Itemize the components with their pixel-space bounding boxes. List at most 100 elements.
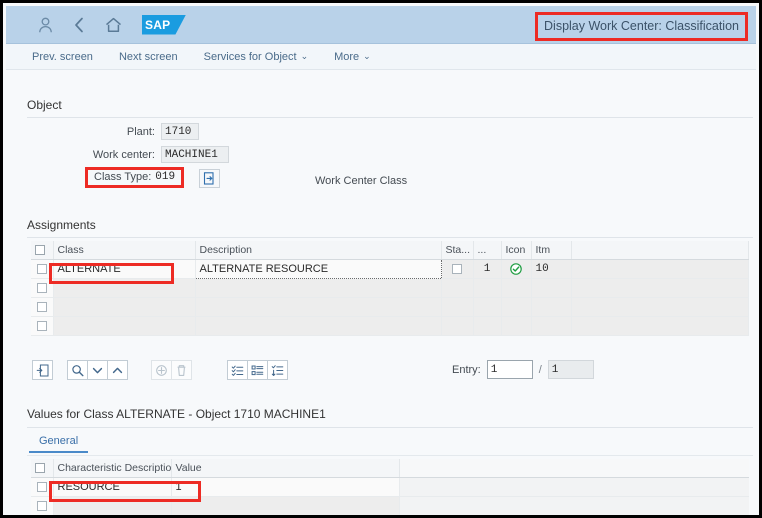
chevron-down-icon: [92, 367, 103, 373]
plant-label: Plant:: [126, 125, 155, 138]
assignments-select-all-header[interactable]: [31, 241, 54, 260]
work-center-class-label: Work Center Class: [315, 175, 408, 187]
values-row-1-value[interactable]: [171, 496, 400, 515]
class-type-label: Class Type:: [94, 171, 152, 183]
page-title-annotation: Display Work Center: Classification: [535, 12, 748, 41]
tab-general-label: General: [39, 435, 79, 447]
assignments-col-icon[interactable]: Icon: [501, 241, 532, 260]
assignments-row-1-itm: [531, 278, 572, 298]
values-tabstrip: General: [29, 433, 89, 453]
assignments-row-0-description[interactable]: ALTERNATE RESOURCE: [194, 258, 442, 279]
assignments-row-0-class[interactable]: ALTERNATE: [53, 259, 196, 279]
back-icon[interactable]: [70, 16, 88, 34]
assignments-row-3-itm: [531, 316, 572, 336]
assignments-row-1-select[interactable]: [31, 278, 54, 298]
values-col-characteristic[interactable]: Characteristic Description: [53, 459, 172, 478]
insert-row-icon: [36, 364, 49, 376]
select-all-checkbox[interactable]: [35, 462, 45, 473]
row-select-checkbox[interactable]: [36, 500, 47, 511]
work-center-field-row: Work center: MACHINE1: [63, 146, 293, 163]
assignments-col-status[interactable]: Sta...: [441, 241, 474, 260]
row-select-checkbox[interactable]: [36, 282, 47, 293]
action-more[interactable]: More ⌄: [334, 51, 371, 63]
assignments-row-2-itm: [531, 297, 572, 317]
assignments-row-2-description[interactable]: [195, 297, 442, 317]
green-check-icon: [510, 262, 522, 275]
list-check-icon: [231, 365, 244, 376]
chevron-up-icon: [112, 367, 123, 373]
values-row-1-characteristic[interactable]: [53, 496, 172, 515]
action-services-for-object[interactable]: Services for Object ⌄: [204, 51, 308, 63]
list-check-icon-button[interactable]: [227, 360, 248, 380]
assignments-row-0-status[interactable]: [441, 259, 474, 279]
assignments-col-more[interactable]: ...: [473, 241, 502, 260]
assignments-row-0-select[interactable]: [31, 259, 54, 279]
assignments-row-3-status[interactable]: [441, 316, 474, 336]
assignments-row-1-class[interactable]: [53, 278, 196, 298]
user-icon[interactable]: [36, 16, 54, 34]
chevron-down-icon-button[interactable]: [87, 360, 108, 380]
values-row-1-select[interactable]: [31, 496, 54, 515]
chevron-up-icon-button[interactable]: [107, 360, 128, 380]
values-col-filler: [399, 459, 749, 478]
sap-logo: SAP: [142, 14, 186, 35]
row-select-checkbox[interactable]: [36, 481, 47, 492]
insert-row-icon-button[interactable]: [32, 360, 53, 380]
assignments-row-3-icon: [501, 316, 532, 336]
list-detail-icon-button[interactable]: [247, 360, 268, 380]
assignments-row-3-class[interactable]: [53, 316, 196, 336]
action-next-screen[interactable]: Next screen: [119, 51, 178, 63]
assignments-row-1-status[interactable]: [441, 278, 474, 298]
display-document-icon-button[interactable]: [199, 169, 220, 188]
assignments-row-3-description[interactable]: [195, 316, 442, 336]
values-row-0-characteristic[interactable]: RESOURCE: [53, 477, 172, 497]
assignments-col-itm[interactable]: Itm: [531, 241, 572, 260]
assignments-row-2-more: [473, 297, 502, 317]
values-row-0-value[interactable]: 1: [171, 477, 400, 497]
list-sort-icon: [271, 364, 284, 376]
entry-current-input[interactable]: 1: [486, 360, 533, 379]
values-row-0-filler: [399, 477, 749, 497]
entry-navigator: Entry: 1 / 1: [452, 360, 594, 379]
action-prev-screen[interactable]: Prev. screen: [32, 51, 93, 63]
work-center-input[interactable]: MACHINE1: [161, 146, 229, 163]
shell-bar: SAP Display Work Center: Classification: [6, 6, 756, 44]
assignments-section-title: Assignments: [27, 218, 96, 232]
object-section-title: Object: [27, 98, 62, 112]
delete-trash-icon: [177, 364, 186, 376]
assignments-row-1-icon: [501, 278, 532, 298]
table-row[interactable]: [31, 316, 749, 336]
plant-input[interactable]: 1710: [161, 123, 199, 140]
values-section-divider: [27, 427, 753, 428]
assignments-row-3-select[interactable]: [31, 316, 54, 336]
tab-general[interactable]: General: [29, 433, 89, 453]
home-icon[interactable]: [104, 16, 122, 34]
table-row[interactable]: RESOURCE 1: [31, 477, 749, 497]
assignments-col-description[interactable]: Description: [195, 241, 442, 260]
status-checkbox[interactable]: [452, 263, 462, 274]
values-row-1-filler: [399, 496, 749, 515]
values-row-0-select[interactable]: [31, 477, 54, 497]
entry-label: Entry:: [452, 363, 481, 376]
assignments-section-divider: [27, 237, 753, 238]
find-icon-button[interactable]: [67, 360, 88, 380]
assignments-col-class[interactable]: Class: [53, 241, 196, 260]
row-select-checkbox[interactable]: [36, 301, 47, 312]
object-section-divider: [27, 117, 753, 118]
assignments-row-2-class[interactable]: [53, 297, 196, 317]
table-row[interactable]: [31, 496, 749, 515]
row-select-checkbox[interactable]: [36, 263, 47, 274]
table-row[interactable]: [31, 278, 749, 298]
select-all-checkbox[interactable]: [35, 244, 45, 255]
values-col-value[interactable]: Value: [171, 459, 400, 478]
values-select-all-header[interactable]: [31, 459, 54, 478]
assignments-row-2-select[interactable]: [31, 297, 54, 317]
assignments-row-1-description[interactable]: [195, 278, 442, 298]
class-type-value[interactable]: 019: [155, 171, 175, 183]
assignments-row-2-status[interactable]: [441, 297, 474, 317]
table-row[interactable]: [31, 297, 749, 317]
assignments-toolbar-group-4: [227, 360, 288, 380]
table-row[interactable]: ALTERNATE ALTERNATE RESOURCE 1 10: [31, 258, 749, 279]
list-sort-icon-button[interactable]: [267, 360, 288, 380]
row-select-checkbox[interactable]: [36, 320, 47, 331]
